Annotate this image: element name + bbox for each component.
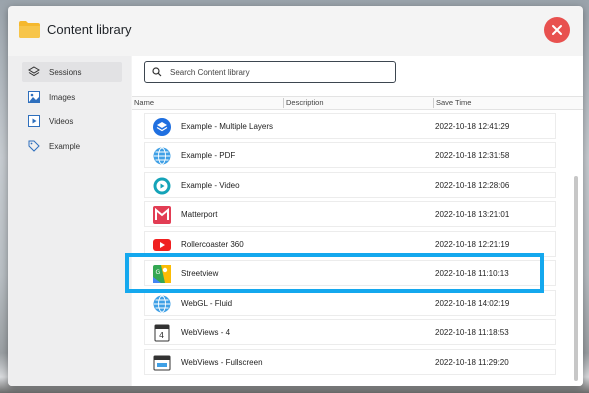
row-name: Matterport (181, 210, 218, 219)
row-name: Example - PDF (181, 151, 236, 160)
fullscreen-webview-icon (153, 355, 171, 371)
table-row-selected[interactable]: G Streetview 2022-10-18 11:10:13 (144, 260, 556, 286)
sidebar-item-videos[interactable]: Videos (22, 111, 122, 131)
table-row[interactable]: WebViews - Fullscreen 2022-10-18 11:29:2… (144, 349, 556, 375)
window-title: Content library (47, 22, 132, 37)
sidebar-item-images[interactable]: Images (22, 87, 122, 107)
globe-icon (153, 147, 171, 165)
table-row[interactable]: 4 WebViews - 4 2022-10-18 11:18:53 (144, 319, 556, 345)
play-icon (153, 177, 171, 195)
row-save-time: 2022-10-18 14:02:19 (435, 299, 510, 308)
row-name: Rollercoaster 360 (181, 240, 244, 249)
svg-text:G: G (156, 269, 161, 276)
row-name: WebViews - Fullscreen (181, 358, 263, 367)
matterport-icon (153, 206, 171, 224)
row-name: Example - Video (181, 181, 240, 190)
table-header: Name Description Save Time (132, 96, 583, 110)
row-save-time: 2022-10-18 11:10:13 (435, 269, 509, 278)
row-save-time: 2022-10-18 11:18:53 (435, 328, 509, 337)
sidebar-item-sessions[interactable]: Sessions (22, 62, 122, 82)
svg-text:4: 4 (159, 331, 164, 340)
table-body: Example - Multiple Layers 2022-10-18 12:… (132, 109, 583, 386)
table-row[interactable]: WebGL - Fluid 2022-10-18 14:02:19 (144, 290, 556, 316)
row-save-time: 2022-10-18 12:21:19 (435, 240, 510, 249)
layers-icon (28, 66, 40, 78)
table-row[interactable]: Example - PDF 2022-10-18 12:31:58 (144, 142, 556, 168)
sidebar-item-label: Sessions (49, 67, 82, 77)
column-header-name[interactable]: Name (134, 98, 154, 108)
table-row[interactable]: Matterport 2022-10-18 13:21:01 (144, 201, 556, 227)
sidebar: Sessions Images Videos Example (8, 56, 131, 386)
main-panel: Name Description Save Time Example - Mul… (132, 56, 583, 386)
search-icon (152, 67, 162, 77)
column-header-save-time[interactable]: Save Time (433, 98, 471, 108)
close-icon (552, 25, 562, 35)
sidebar-item-label: Images (49, 92, 76, 102)
image-icon (28, 91, 40, 103)
row-name: Example - Multiple Layers (181, 122, 274, 131)
table-row[interactable]: Example - Video 2022-10-18 12:28:06 (144, 172, 556, 198)
scrollbar-thumb[interactable] (574, 176, 578, 381)
row-save-time: 2022-10-18 13:21:01 (435, 210, 510, 219)
column-header-description[interactable]: Description (283, 98, 324, 108)
content-library-window: Content library Sessions Images Videos E… (8, 6, 583, 386)
webviews-icon: 4 (154, 324, 170, 342)
streetview-icon: G (153, 265, 171, 283)
row-name: WebViews - 4 (181, 328, 231, 337)
layers-app-icon (153, 118, 171, 136)
search-input[interactable] (168, 66, 392, 78)
row-save-time: 2022-10-18 12:28:06 (435, 181, 510, 190)
row-name: WebGL - Fluid (181, 299, 233, 308)
sidebar-item-example[interactable]: Example (22, 136, 122, 156)
title-bar: Content library (8, 6, 583, 56)
row-save-time: 2022-10-18 12:31:58 (435, 151, 510, 160)
sidebar-item-label: Videos (49, 116, 74, 126)
tag-icon (28, 140, 40, 152)
folder-icon (19, 21, 40, 38)
close-button[interactable] (544, 17, 570, 43)
row-name: Streetview (181, 269, 219, 278)
row-save-time: 2022-10-18 11:29:20 (435, 358, 509, 367)
search-box[interactable] (144, 61, 396, 83)
globe-icon (153, 295, 171, 313)
sidebar-item-label: Example (49, 141, 81, 151)
table-row[interactable]: Rollercoaster 360 2022-10-18 12:21:19 (144, 231, 556, 257)
youtube-icon (153, 239, 171, 251)
video-icon (28, 115, 40, 127)
row-save-time: 2022-10-18 12:41:29 (435, 122, 510, 131)
table-row[interactable]: Example - Multiple Layers 2022-10-18 12:… (144, 113, 556, 139)
